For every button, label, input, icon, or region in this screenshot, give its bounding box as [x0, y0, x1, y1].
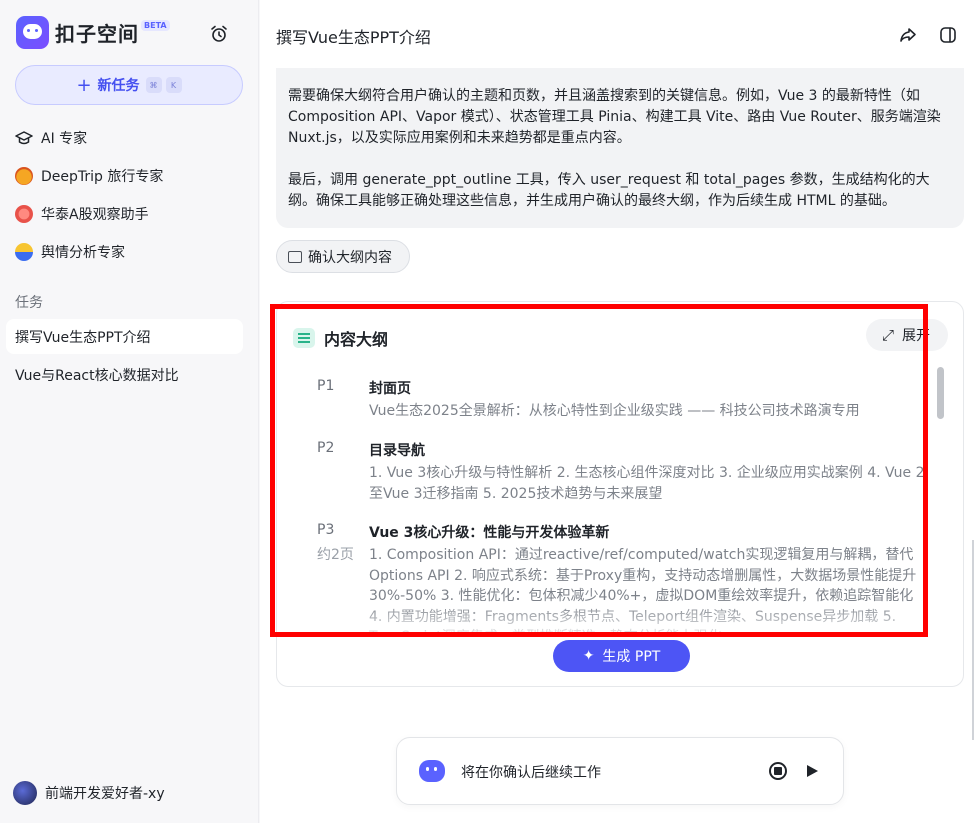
folder-icon [288, 250, 302, 263]
logo-icon [16, 16, 49, 49]
sentiment-avatar-icon [15, 243, 33, 261]
status-input-bar[interactable]: 将在你确认后继续工作 [396, 737, 844, 805]
outline-list[interactable]: P1 封面页 Vue生态2025全景解析：从核心特性到企业级实践 —— 科技公司… [317, 374, 927, 634]
user-profile[interactable]: 前端开发爱好者-xy [13, 781, 165, 805]
plus-icon: + [76, 74, 92, 96]
brand-name: 扣子空间 [55, 22, 139, 46]
sidebar-item-label: 华泰A股观察助手 [41, 207, 149, 223]
page-title: 撰写Vue生态PPT介绍 [276, 28, 431, 47]
page-count: 约2页 [317, 547, 354, 563]
generate-ppt-button[interactable]: ✦ 生成 PPT [553, 640, 690, 672]
task-item-vue-react[interactable]: Vue与React核心数据对比 [6, 357, 243, 392]
generate-ppt-label: 生成 PPT [602, 649, 661, 665]
page-number: P2 [317, 440, 335, 456]
confirm-outline-button[interactable]: 确认大纲内容 [276, 240, 410, 273]
bot-icon [419, 760, 445, 782]
sidebar: 扣子空间 BETA + 新任务 ⌘ K AI 专家 DeepTrip 旅行专家 … [0, 0, 259, 823]
outline-title: 内容大纲 [324, 330, 389, 349]
mortarboard-icon [15, 131, 33, 145]
reasoning-text-box: 需要确保大纲符合用户确认的主题和页数，并且涵盖搜索到的关键信息。例如，Vue 3… [276, 68, 964, 228]
expand-arrows-icon: ⤢ [882, 326, 895, 344]
page-description: Vue生态2025全景解析：从核心特性到企业级实践 —— 科技公司技术路演专用 [369, 403, 860, 419]
fade-overlay [277, 602, 963, 642]
confirm-outline-label: 确认大纲内容 [308, 249, 392, 266]
sidebar-item-ai-expert[interactable]: AI 专家 [15, 128, 87, 148]
reasoning-paragraph: 最后，调用 generate_ppt_outline 工具，传入 user_re… [288, 172, 930, 209]
huatai-avatar-icon [15, 205, 33, 223]
sparkle-icon: ✦ [582, 648, 595, 664]
status-text: 将在你确认后继续工作 [461, 765, 601, 781]
alarm-clock-icon[interactable] [209, 24, 229, 44]
sidebar-item-huatai[interactable]: 华泰A股观察助手 [15, 204, 149, 224]
sidebar-item-sentiment[interactable]: 舆情分析专家 [15, 242, 125, 262]
new-task-button[interactable]: + 新任务 ⌘ K [15, 65, 243, 105]
reasoning-paragraph: 需要确保大纲符合用户确认的主题和页数，并且涵盖搜索到的关键信息。例如，Vue 3… [288, 88, 941, 146]
user-name: 前端开发爱好者-xy [45, 786, 165, 802]
shortcut-key-cmd: ⌘ [145, 77, 162, 93]
list-icon [293, 328, 315, 348]
tasks-section-label: 任务 [15, 295, 43, 311]
expand-button[interactable]: ⤢ 展开 [866, 319, 948, 351]
page-description: 1. Vue 3核心升级与特性解析 2. 生态核心组件深度对比 3. 企业级应用… [369, 465, 925, 502]
sidebar-item-label: AI 专家 [41, 131, 88, 147]
new-task-label: 新任务 [97, 78, 140, 94]
page-number: P1 [317, 378, 335, 394]
task-item-label: Vue与React核心数据对比 [15, 367, 179, 384]
page-title-text: 目录导航 [369, 443, 425, 459]
outline-header: 内容大纲 [293, 326, 388, 350]
brand[interactable]: 扣子空间 BETA [16, 16, 170, 49]
scrollbar-thumb[interactable] [937, 367, 944, 419]
stop-icon[interactable] [769, 762, 787, 780]
task-item-label: 撰写Vue生态PPT介绍 [15, 329, 151, 346]
avatar [13, 781, 37, 805]
task-item-vue-ppt[interactable]: 撰写Vue生态PPT介绍 [6, 319, 243, 354]
page-title-text: Vue 3核心升级：性能与开发体验革新 [369, 525, 610, 541]
sidebar-item-deeptrip[interactable]: DeepTrip 旅行专家 [15, 166, 163, 186]
sidebar-item-label: 舆情分析专家 [41, 245, 125, 261]
beta-badge: BETA [141, 20, 170, 31]
outline-card: 内容大纲 ⤢ 展开 P1 封面页 Vue生态2025全景解析：从核心特性到企业级… [276, 301, 964, 687]
side-panel-icon[interactable] [940, 27, 956, 43]
page-number: P3 [317, 522, 335, 538]
deeptrip-avatar-icon [15, 167, 33, 185]
share-icon[interactable] [899, 26, 917, 44]
outline-scrollbar[interactable] [936, 366, 946, 636]
sidebar-item-label: DeepTrip 旅行专家 [41, 169, 164, 185]
main-content: 撰写Vue生态PPT介绍 需要确保大纲符合用户确认的主题和页数，并且涵盖搜索到的… [260, 0, 974, 823]
expand-label: 展开 [902, 328, 931, 344]
page-title-text: 封面页 [369, 381, 411, 397]
shortcut-key-k: K [165, 77, 182, 93]
play-icon[interactable] [807, 765, 818, 777]
